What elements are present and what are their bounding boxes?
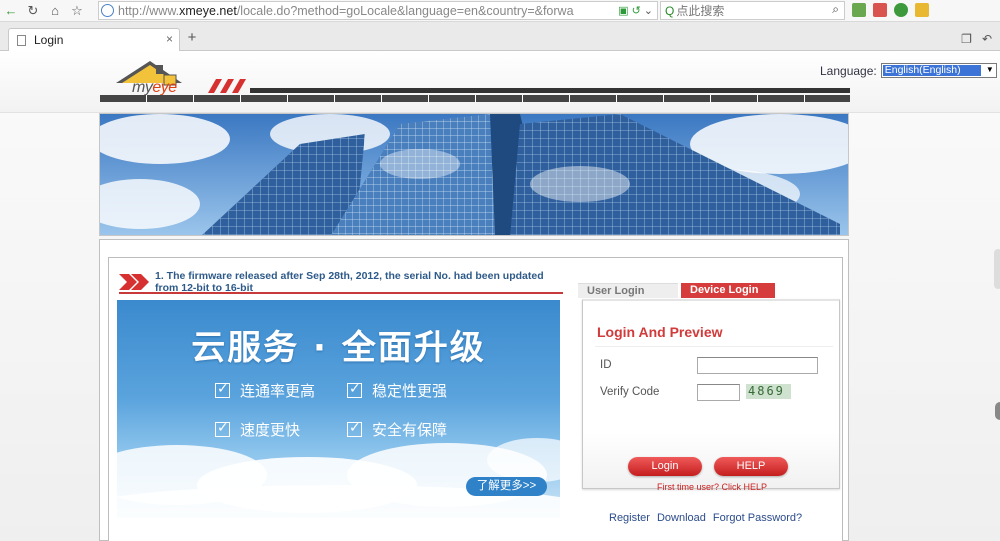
notice-arrow-icon (119, 274, 149, 290)
download-link[interactable]: Download (657, 512, 706, 524)
search-input[interactable]: Q 点此搜索 ⌕ (660, 1, 845, 20)
restore-window-icon[interactable]: ❐ (961, 32, 972, 46)
globe-icon (101, 4, 114, 17)
tab-strip: Login × + ❐ ↶ (0, 22, 1000, 51)
first-time-user-link[interactable]: First time user? Click HELP (583, 482, 841, 492)
search-engine-icon: Q (665, 3, 675, 18)
browser-toolbar: ← ↻ ⌂ ☆ http://www. xmeye.net/locale.do?m… (0, 0, 1000, 22)
promo-feature-2: 稳定性更强 (347, 380, 447, 401)
language-label: Language: (820, 63, 877, 78)
security-shield-icon[interactable]: ▣ (618, 4, 628, 17)
checkbox-icon (215, 419, 230, 437)
search-placeholder: 点此搜索 (676, 4, 725, 18)
reload-green-icon[interactable]: ↺ (632, 4, 641, 17)
tab-login[interactable]: Login × (8, 28, 180, 51)
refresh-icon[interactable]: ↻ (22, 0, 44, 22)
undo-close-icon[interactable]: ↶ (982, 32, 992, 46)
extension-apps-icon[interactable] (852, 3, 866, 17)
login-button[interactable]: Login (628, 457, 702, 476)
url-path: /locale.do?method=goLocale&language=en&c… (236, 3, 574, 18)
site-header: myeye Language: English(English) ▼ (0, 51, 1000, 113)
home-icon[interactable]: ⌂ (44, 0, 66, 22)
register-link[interactable]: Register (609, 512, 650, 524)
learn-more-button[interactable]: 了解更多>> (466, 477, 547, 496)
tab-device-login[interactable]: Device Login (681, 283, 775, 298)
login-tabs: User Login Device Login (578, 283, 840, 298)
content-frame: 1. The firmware released after Sep 28th,… (108, 257, 843, 541)
search-icon[interactable]: ⌕ (832, 2, 839, 17)
forgot-password-link[interactable]: Forgot Password? (713, 512, 802, 524)
id-input[interactable] (697, 357, 818, 374)
checkbox-icon (215, 380, 230, 398)
promo-feature-3: 速度更快 (215, 419, 300, 440)
promo-feature-1: 连通率更高 (215, 380, 315, 401)
notice-text[interactable]: 1. The firmware released after Sep 28th,… (155, 270, 555, 292)
language-dropdown[interactable]: English(English) ▼ (880, 63, 997, 78)
login-form: Login And Preview ID Verify Code 4869 Lo… (582, 299, 841, 492)
checkbox-icon (347, 419, 362, 437)
chevron-down-icon: ▼ (985, 65, 994, 74)
address-bar[interactable]: http://www. xmeye.net/locale.do?method=go… (98, 1, 658, 20)
main-panel: 1. The firmware released after Sep 28th,… (99, 239, 849, 541)
page-icon (17, 34, 26, 46)
id-label: ID (600, 359, 612, 371)
tab-title: Login (34, 33, 64, 47)
web-page: myeye Language: English(English) ▼ 1. Th… (0, 51, 1000, 541)
scrollbar-track[interactable] (994, 249, 1000, 289)
checkbox-icon (347, 380, 362, 398)
tab-user-login[interactable]: User Login (578, 283, 678, 298)
language-selected-value: English(English) (882, 65, 981, 76)
dropdown-chevron-icon[interactable]: ⌄ (644, 4, 653, 17)
header-decorative-bars (100, 88, 850, 102)
back-arrow-icon[interactable]: ← (0, 0, 22, 22)
extension-shield-icon[interactable] (894, 3, 908, 17)
scrollbar-thumb[interactable] (995, 402, 1000, 420)
close-tab-icon[interactable]: × (166, 32, 173, 46)
skyscraper-banner (99, 113, 849, 236)
promo-feature-4: 安全有保障 (347, 419, 447, 440)
bookmark-star-icon[interactable]: ☆ (66, 0, 88, 22)
verify-code-input[interactable] (697, 384, 740, 401)
extension-pdf-icon[interactable] (873, 3, 887, 17)
verify-code-label: Verify Code (600, 386, 660, 398)
promo-title: 云服务 · 全面升级 (191, 328, 486, 368)
language-selector: Language: English(English) ▼ (820, 63, 997, 78)
cloud-service-promo[interactable]: 云服务 · 全面升级 连通率更高 稳定性更强 速度更快 安全有保障 了解更多>> (117, 300, 560, 518)
help-button[interactable]: HELP (714, 457, 788, 476)
footer-links: Register Download Forgot Password? (609, 512, 802, 524)
firmware-notice: 1. The firmware released after Sep 28th,… (119, 268, 559, 292)
url-prefix: http://www. (118, 3, 180, 18)
notice-divider (119, 292, 563, 294)
extension-folder-icon[interactable] (915, 3, 929, 17)
login-title: Login And Preview (597, 324, 723, 340)
captcha-image[interactable]: 4869 (746, 384, 791, 399)
new-tab-button[interactable]: + (184, 30, 200, 46)
url-domain: xmeye.net (179, 3, 237, 18)
